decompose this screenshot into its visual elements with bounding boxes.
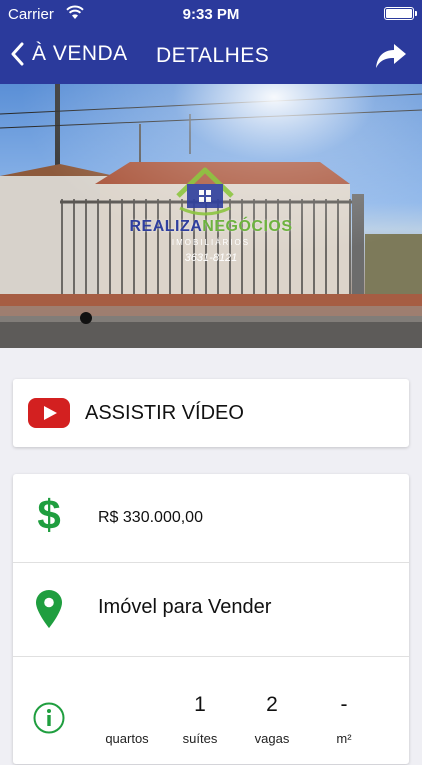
stat-suites-value: 1 xyxy=(194,693,206,716)
chevron-left-icon xyxy=(11,42,24,66)
clock: 9:33 PM xyxy=(182,6,240,23)
dollar-icon: $ xyxy=(35,491,63,541)
stat-suites: 1 suítes xyxy=(170,693,230,746)
stat-suites-label: suítes xyxy=(182,731,218,746)
stat-area: - m² xyxy=(314,693,374,746)
stat-bedrooms-value xyxy=(97,693,157,717)
property-type: Imóvel para Vender xyxy=(98,596,272,618)
stat-area-label: m² xyxy=(336,731,352,746)
share-button[interactable] xyxy=(374,42,408,75)
house-image xyxy=(0,84,422,348)
page-title: DETALHES xyxy=(156,44,270,67)
navigation-bar: À VENDA DETALHES xyxy=(0,28,422,84)
stat-bedrooms-label: quartos xyxy=(105,731,149,746)
share-icon xyxy=(376,44,406,68)
watermark-subtitle: IMOBILIÁRIOS xyxy=(171,238,251,247)
type-row: Imóvel para Vender xyxy=(13,562,409,657)
price-value: R$ 330.000,00 xyxy=(98,509,203,526)
watermark-brand-1: REALIZA xyxy=(129,218,203,235)
watermark: REALIZANEGÓCIOS IMOBILIÁRIOS 3631-8121 xyxy=(126,218,296,264)
battery-icon xyxy=(384,7,417,20)
watermark-brand-2: NEGÓCIOS xyxy=(202,218,293,235)
back-label: À VENDA xyxy=(32,42,128,65)
svg-text:$: $ xyxy=(37,492,60,536)
price-row: $ R$ 330.000,00 xyxy=(13,474,409,562)
back-button[interactable]: À VENDA xyxy=(10,42,128,66)
stat-parking-value: 2 xyxy=(266,693,278,716)
youtube-icon xyxy=(28,398,70,433)
info-icon xyxy=(33,702,65,739)
watch-video-button[interactable]: ASSISTIR VÍDEO xyxy=(13,379,409,447)
stat-parking: 2 vagas xyxy=(242,693,302,746)
status-bar: Carrier 9:33 PM xyxy=(0,0,422,28)
page-indicator-dot[interactable] xyxy=(80,312,92,324)
stat-bedrooms: quartos xyxy=(97,693,157,746)
stat-parking-label: vagas xyxy=(254,731,290,746)
location-pin-icon xyxy=(36,590,62,633)
stat-area-value: - xyxy=(340,693,348,716)
features-row: quartos 1 suítes 2 vagas - m² xyxy=(13,656,409,765)
watch-video-label: ASSISTIR VÍDEO xyxy=(85,402,244,424)
property-photo[interactable]: REALIZANEGÓCIOS IMOBILIÁRIOS 3631-8121 xyxy=(0,84,422,348)
watermark-phone: 3631-8121 xyxy=(184,252,238,264)
property-details-card: $ R$ 330.000,00 Imóvel para Vender quart… xyxy=(13,474,409,764)
